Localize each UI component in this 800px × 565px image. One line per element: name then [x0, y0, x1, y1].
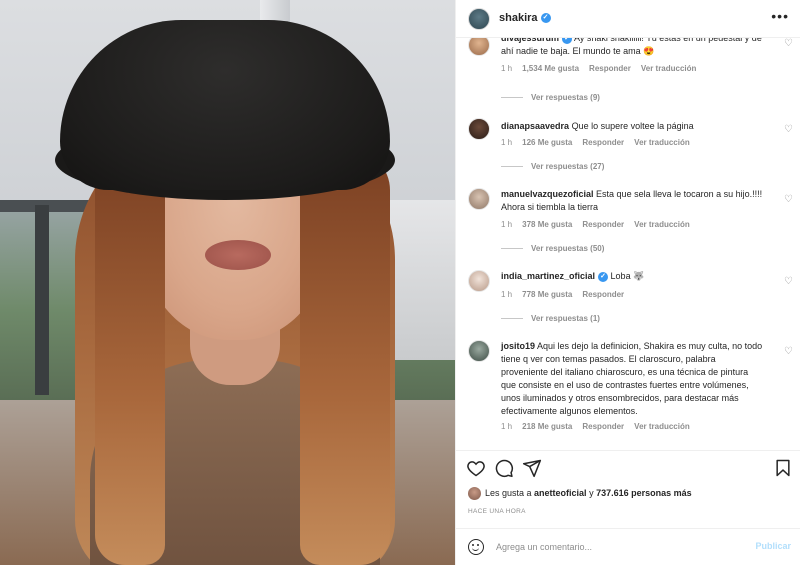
post-timestamp[interactable]: HACE UNA HORA: [468, 508, 526, 515]
commenter-avatar[interactable]: [468, 118, 490, 140]
verified-icon: ✓: [598, 271, 609, 282]
translate-button[interactable]: Ver traducción: [634, 422, 690, 431]
view-replies-label[interactable]: Ver respuestas (9): [531, 93, 600, 102]
view-replies-label[interactable]: Ver respuestas (1): [531, 314, 600, 323]
reply-button[interactable]: Responder: [582, 138, 624, 147]
view-replies-button[interactable]: Ver respuestas (50): [501, 244, 604, 253]
comment-input[interactable]: [496, 539, 716, 555]
comment-meta: 1 h 126 Me gusta Responder Ver traducción: [501, 138, 700, 147]
author-username-wrap[interactable]: shakira ✓: [499, 12, 551, 24]
photo-lips: [205, 240, 271, 270]
comment-meta: 1 h 778 Me gusta Responder: [501, 290, 634, 299]
comment-time: 1 h: [501, 64, 513, 73]
liker-avatar[interactable]: [468, 487, 481, 500]
replies-line: [501, 318, 523, 320]
commenter-avatar[interactable]: [468, 270, 490, 292]
comment-username[interactable]: josito19: [501, 341, 535, 351]
replies-line: [501, 97, 523, 99]
post-photo[interactable]: [0, 0, 455, 565]
comment-time: 1 h: [501, 138, 513, 147]
comment-text-wrap: josito19 Aqui les dejo la definicion, Sh…: [501, 340, 763, 418]
author-avatar[interactable]: [468, 8, 490, 30]
comment-text-wrap: dianapsaavedra Que lo supere voltee la p…: [501, 120, 763, 133]
replies-line: [501, 248, 523, 250]
comment-text: Aqui les dejo la definicion, Shakira es …: [501, 341, 763, 416]
more-icon[interactable]: •••: [771, 8, 789, 24]
photo-window-mullion: [35, 205, 49, 395]
bookmark-icon[interactable]: [773, 458, 793, 478]
comment-time: 1 h: [501, 422, 513, 431]
comment-likes[interactable]: 126 Me gusta: [522, 138, 572, 147]
verified-icon: ✓: [540, 13, 551, 24]
replies-line: [501, 166, 523, 168]
translate-button[interactable]: Ver traducción: [634, 220, 690, 229]
comment-text: Loba 🐺: [610, 271, 645, 281]
heart-icon[interactable]: ♡: [784, 346, 793, 357]
comment-username[interactable]: india_martinez_oficial: [501, 271, 595, 281]
comment-meta: 1 h 1,534 Me gusta Responder Ver traducción: [501, 64, 706, 73]
view-replies-button[interactable]: Ver respuestas (27): [501, 162, 604, 171]
comment-likes[interactable]: 378 Me gusta: [522, 220, 572, 229]
likes-prefix: Les gusta a: [485, 487, 535, 498]
comment-text-wrap: divajessurum ✓ Ay shaki shakiiiiii! Tú es…: [501, 38, 763, 58]
comment-likes[interactable]: 778 Me gusta: [522, 290, 572, 299]
commenter-avatar[interactable]: [468, 340, 490, 362]
heart-icon[interactable]: ♡: [784, 194, 793, 205]
comment-time: 1 h: [501, 290, 513, 299]
heart-icon[interactable]: ♡: [784, 38, 793, 49]
heart-icon[interactable]: [466, 458, 486, 478]
photo-hair-left: [95, 150, 165, 565]
comment-meta: 1 h 378 Me gusta Responder Ver traducción: [501, 220, 700, 229]
commenter-avatar[interactable]: [468, 188, 490, 210]
view-replies-label[interactable]: Ver respuestas (50): [531, 244, 604, 253]
likes-count[interactable]: 737.616 personas más: [596, 488, 692, 498]
comments-list[interactable]: divajessurum ✓ Ay shaki shakiiiiii! Tú es…: [456, 38, 800, 448]
view-replies-button[interactable]: Ver respuestas (1): [501, 314, 600, 323]
post-actions: [456, 450, 800, 482]
comment-time: 1 h: [501, 220, 513, 229]
reply-button[interactable]: Responder: [589, 64, 631, 73]
likes-middle: y: [586, 487, 597, 498]
photo-hair-right: [300, 150, 390, 565]
translate-button[interactable]: Ver traducción: [641, 64, 697, 73]
reply-button[interactable]: Responder: [582, 220, 624, 229]
comment-text-wrap: manuelvazquezoficial Esta que sela lleva…: [501, 188, 763, 214]
comment-likes[interactable]: 218 Me gusta: [522, 422, 572, 431]
comment-composer: Publicar: [456, 528, 800, 565]
publish-button[interactable]: Publicar: [755, 541, 791, 551]
likes-summary: Les gusta a anetteoficial y 737.616 pers…: [468, 487, 692, 500]
emoji-icon[interactable]: [468, 539, 484, 555]
translate-button[interactable]: Ver traducción: [634, 138, 690, 147]
comment-icon[interactable]: [494, 458, 514, 478]
heart-icon[interactable]: ♡: [784, 276, 793, 287]
photo-wall: [390, 200, 455, 360]
post-header: shakira ✓ •••: [456, 0, 800, 38]
post-side-panel: shakira ✓ ••• divajessurum ✓ Ay shaki shak…: [455, 0, 800, 565]
comment-text: Que lo supere voltee la página: [571, 121, 694, 131]
reply-button[interactable]: Responder: [582, 422, 624, 431]
comment-username[interactable]: dianapsaavedra: [501, 121, 569, 131]
comment-text-wrap: india_martinez_oficial ✓ Loba 🐺: [501, 270, 763, 283]
commenter-avatar[interactable]: [468, 38, 490, 56]
reply-button[interactable]: Responder: [582, 290, 624, 299]
comment-likes[interactable]: 1,534 Me gusta: [522, 64, 579, 73]
verified-icon: ✓: [562, 38, 573, 44]
share-icon[interactable]: [522, 458, 542, 478]
comment-username[interactable]: divajessurum: [501, 38, 559, 43]
view-replies-button[interactable]: Ver respuestas (9): [501, 93, 600, 102]
comment-username[interactable]: manuelvazquezoficial: [501, 189, 594, 199]
heart-icon[interactable]: ♡: [784, 124, 793, 135]
view-replies-label[interactable]: Ver respuestas (27): [531, 162, 604, 171]
author-username[interactable]: shakira: [499, 12, 538, 24]
photo-hat: [60, 20, 390, 190]
comment-meta: 1 h 218 Me gusta Responder Ver traducción: [501, 422, 700, 431]
liker-username[interactable]: anetteoficial: [534, 488, 587, 498]
